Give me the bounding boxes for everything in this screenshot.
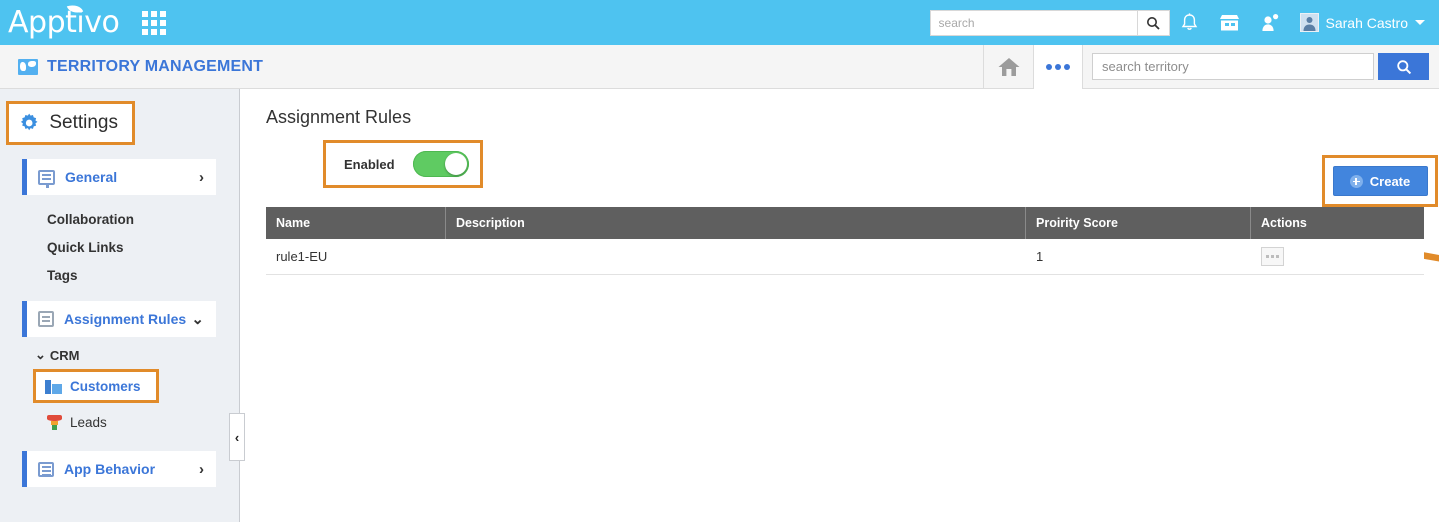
user-name: Sarah Castro: [1325, 14, 1408, 31]
monitor-icon: [38, 169, 55, 188]
gear-icon: [20, 113, 38, 131]
sidebar-item-tags[interactable]: Tags: [47, 261, 239, 289]
app-title-group: TERRITORY MANAGEMENT: [18, 58, 263, 76]
document-icon: [38, 311, 54, 327]
page-title: TERRITORY MANAGEMENT: [47, 57, 264, 75]
home-icon: [998, 57, 1019, 76]
territory-search-button[interactable]: [1378, 53, 1429, 80]
chevron-right-icon: ›: [199, 168, 204, 186]
table-row[interactable]: rule1-EU 1: [266, 239, 1424, 275]
enabled-toggle-group: Enabled: [323, 140, 483, 188]
user-menu[interactable]: Sarah Castro: [1299, 13, 1425, 32]
funnel-icon: [47, 414, 62, 430]
chevron-left-icon: ‹: [234, 429, 240, 445]
cell-description: [446, 239, 1026, 274]
create-button-annotation: Create: [1322, 155, 1438, 207]
toggle-knob: [444, 153, 467, 175]
sidebar-item-general[interactable]: General ›: [22, 159, 216, 195]
global-search-button[interactable]: [1136, 9, 1170, 36]
global-search-group: [929, 9, 1170, 36]
table-header-row: Name Description Proirity Score Actions: [266, 207, 1424, 239]
apptivo-logo[interactable]: Apptivo: [8, 1, 120, 40]
sidebar-item-label: App Behavior: [64, 461, 156, 477]
cell-name: rule1-EU: [276, 249, 328, 264]
more-dots-icon: [1046, 63, 1052, 70]
row-actions-button[interactable]: [1261, 247, 1284, 266]
main-content: Assignment Rules Enabled Create Name Des…: [241, 89, 1439, 522]
create-button-label: Create: [1369, 173, 1411, 189]
brand-text: Apptivo: [8, 4, 120, 40]
sidebar-settings-label: Settings: [49, 112, 118, 133]
top-bar-right-group: Sarah Castro: [929, 0, 1439, 45]
territory-search-group: [1083, 45, 1439, 89]
chevron-down-icon: ⌄: [35, 347, 46, 362]
column-header-actions[interactable]: Actions: [1251, 207, 1424, 239]
home-button[interactable]: [983, 44, 1033, 89]
settings-sidebar: Settings General › Collaboration Quick L…: [0, 89, 240, 522]
sidebar-item-label: Leads: [70, 414, 107, 430]
content-title: Assignment Rules: [266, 107, 412, 127]
sidebar-item-customers[interactable]: Customers: [33, 369, 159, 403]
cell-actions: [1251, 239, 1424, 274]
app-bar-right-group: [983, 44, 1439, 89]
sidebar-item-quick-links[interactable]: Quick Links: [47, 233, 239, 261]
app-header-bar: TERRITORY MANAGEMENT: [0, 44, 1439, 89]
column-header-description[interactable]: Description: [446, 207, 1026, 239]
column-header-priority-score[interactable]: Proirity Score: [1026, 207, 1251, 239]
avatar: [1299, 13, 1319, 32]
plus-circle-icon: [1349, 174, 1363, 188]
sidebar-item-label: Customers: [70, 378, 141, 394]
sidebar-item-label: Collaboration: [47, 211, 134, 227]
sidebar-item-label: Quick Links: [47, 239, 124, 255]
enabled-toggle[interactable]: [412, 151, 469, 177]
notification-bell-icon[interactable]: [1170, 0, 1210, 45]
cell-priority-score: 1: [1036, 249, 1044, 264]
more-dots-icon: [1266, 255, 1269, 258]
sidebar-item-assignment-rules[interactable]: Assignment Rules ⌄: [22, 301, 216, 337]
app-icon: [38, 461, 54, 477]
sidebar-group-label: CRM: [49, 347, 80, 363]
territory-search-input[interactable]: [1092, 53, 1374, 80]
sidebar-item-label: General: [65, 169, 118, 185]
chevron-right-icon: ›: [199, 460, 204, 478]
enabled-label: Enabled: [344, 156, 395, 172]
create-button[interactable]: Create: [1332, 166, 1428, 196]
search-icon: [1396, 59, 1411, 74]
apps-grid-icon[interactable]: [141, 10, 167, 36]
contacts-icon[interactable]: [1250, 0, 1290, 45]
more-options-button[interactable]: [1033, 44, 1083, 89]
global-search-input[interactable]: [929, 9, 1137, 36]
chevron-down-icon: [1415, 20, 1425, 25]
store-icon[interactable]: [1210, 0, 1250, 45]
top-navigation-bar: Apptivo search Sarah Castro: [0, 0, 1439, 45]
column-header-name[interactable]: Name: [266, 207, 446, 239]
sidebar-item-collaboration[interactable]: Collaboration: [47, 205, 239, 233]
assignment-rules-table: Name Description Proirity Score Actions …: [266, 207, 1424, 275]
search-icon: [1147, 16, 1160, 30]
world-map-icon: [18, 58, 38, 75]
sidebar-item-label: Tags: [47, 267, 78, 283]
sidebar-collapse-handle[interactable]: ‹: [229, 413, 245, 461]
sidebar-settings-header[interactable]: Settings: [6, 101, 135, 145]
sidebar-item-leads[interactable]: Leads: [47, 407, 239, 437]
sidebar-item-app-behavior[interactable]: App Behavior ›: [22, 451, 216, 487]
building-icon: [45, 379, 62, 394]
chevron-down-icon: ⌄: [191, 311, 204, 328]
sidebar-group-crm[interactable]: ⌄ CRM: [35, 347, 239, 363]
sidebar-item-label: Assignment Rules: [64, 311, 187, 327]
